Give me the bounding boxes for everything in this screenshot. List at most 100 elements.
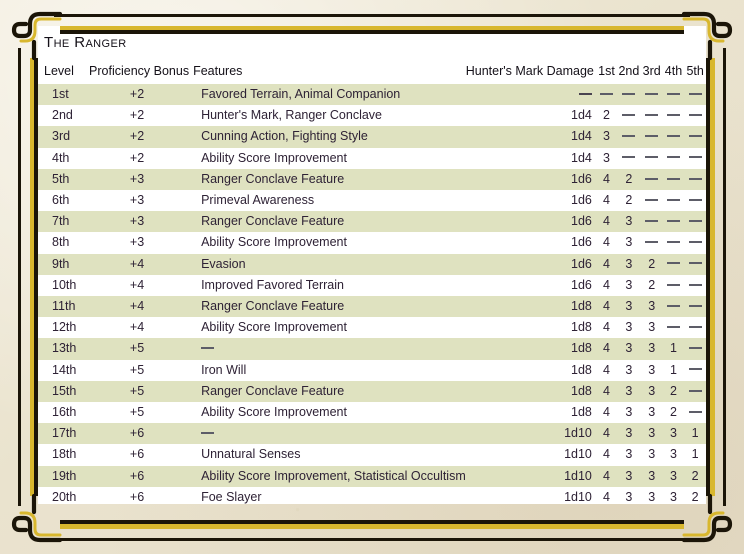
em-dash-icon — [622, 92, 636, 95]
cell-features: Ranger Conclave Feature — [189, 380, 466, 403]
parchment-page: The Ranger Level Proficiency Bonus Featu… — [0, 0, 744, 554]
cell-slot-5th — [684, 232, 706, 253]
cell-features: Ranger Conclave Feature — [189, 211, 466, 233]
frame-rule-top — [54, 14, 690, 17]
cell-slot-3rd — [640, 126, 663, 148]
cell-hunters-mark-damage: 1d8 — [571, 320, 592, 335]
em-dash-icon — [688, 283, 702, 286]
cell-slot-2nd — [617, 126, 641, 148]
cell-slot-3rd: 2 — [640, 253, 663, 275]
cell-features — [189, 423, 466, 445]
table-row: 3rd +2 Cunning Action, Fighting Style 1d4 3 — [38, 126, 706, 148]
cell-hunters-mark-damage: 1d6 — [465, 168, 596, 191]
cell-proficiency-bonus: +5 — [85, 380, 190, 403]
em-dash-icon — [599, 92, 613, 95]
em-dash-icon — [201, 431, 215, 434]
cell-slot-2nd: 3 — [625, 405, 633, 420]
table-row: 18th +6 Unnatural Senses 1d10 4 3 3 3 1 — [38, 444, 706, 465]
cell-hunters-mark-damage: 1d4 — [571, 150, 592, 165]
cell-proficiency-bonus: +6 — [85, 423, 190, 445]
table-row: 17th +6 1d10 4 3 3 3 1 — [38, 423, 706, 445]
cell-proficiency-bonus: +6 — [85, 465, 190, 487]
header-row: Level Proficiency Bonus Features Hunter'… — [38, 60, 706, 84]
cell-slot-4th — [662, 126, 685, 148]
cell-proficiency-bonus: +3 — [129, 235, 145, 250]
cell-proficiency-bonus: +4 — [129, 277, 145, 292]
em-dash-icon — [667, 177, 680, 180]
cell-slot-1st: 4 — [603, 320, 610, 335]
table-row: 16th +5 Ability Score Improvement 1d8 4 3 3 2 — [38, 402, 706, 423]
em-dash-icon — [688, 241, 702, 244]
corner-flourish-top-right-icon — [681, 11, 733, 61]
cell-slot-2nd: 3 — [617, 211, 641, 233]
cell-slot-3rd — [640, 211, 663, 233]
cell-slot-5th — [684, 402, 706, 423]
cell-slot-1st: 4 — [595, 253, 618, 275]
cell-slot-2nd: 3 — [625, 489, 633, 504]
cell-proficiency-bonus: +4 — [85, 253, 190, 275]
frame-gold-right — [710, 58, 715, 496]
em-dash-icon — [645, 156, 659, 159]
cell-features: Ability Score Improvement — [201, 405, 347, 420]
cell-slot-1st: 3 — [603, 150, 610, 165]
column-header-hunters-mark-damage: Hunter's Mark Damage — [465, 64, 594, 78]
cell-hunters-mark-damage: 1d6 — [571, 193, 592, 208]
cell-features: Improved Favored Terrain — [201, 277, 344, 292]
cell-slot-3rd: 3 — [640, 465, 663, 487]
cell-slot-2nd: 3 — [625, 235, 633, 250]
cell-level: 15th — [38, 380, 86, 403]
cell-proficiency-bonus: +5 — [85, 338, 190, 360]
cell-slot-5th — [684, 168, 706, 191]
cell-slot-4th: 3 — [670, 447, 677, 462]
table-header: Level Proficiency Bonus Features Hunter'… — [38, 60, 706, 84]
cell-slot-4th: 2 — [662, 380, 685, 403]
cell-slot-3rd: 3 — [640, 423, 663, 445]
cell-slot-5th — [684, 84, 706, 106]
em-dash-icon — [667, 325, 680, 328]
frame-rule-right — [723, 48, 726, 506]
cell-slot-3rd: 3 — [640, 296, 663, 318]
table-row: 14th +5 Iron Will 1d8 4 3 3 1 — [38, 360, 706, 381]
cell-slot-3rd: 2 — [648, 277, 656, 292]
cell-slot-3rd — [641, 148, 663, 169]
cell-level: 1st — [38, 84, 86, 106]
cell-hunters-mark-damage: 1d4 — [465, 126, 596, 148]
cell-slot-3rd — [640, 84, 663, 106]
em-dash-icon — [688, 198, 702, 201]
table-row: 15th +5 Ranger Conclave Feature 1d8 4 3 3 2 — [38, 380, 706, 403]
cell-proficiency-bonus: +6 — [129, 447, 145, 462]
cell-slot-2nd — [617, 84, 641, 106]
cell-slot-2nd — [617, 148, 641, 169]
column-header-slot-1st: 1st — [598, 64, 615, 78]
column-header-features: Features — [193, 64, 243, 78]
em-dash-icon — [667, 156, 680, 159]
frame-inner-left — [34, 58, 38, 496]
em-dash-icon — [688, 92, 702, 95]
table-row: 1st +2 Favored Terrain, Animal Companion — [38, 84, 706, 106]
cell-slot-4th — [662, 253, 685, 275]
frame-inner-top — [60, 30, 684, 34]
cell-slot-1st: 4 — [595, 380, 618, 403]
table-row: 2nd +2 Hunter's Mark, Ranger Conclave 1d4 2 — [38, 105, 706, 126]
cell-hunters-mark-damage — [465, 84, 596, 106]
cell-slot-4th: 2 — [670, 405, 677, 420]
cell-proficiency-bonus: +2 — [129, 108, 145, 123]
cell-slot-5th — [684, 105, 706, 126]
table-row: 10th +4 Improved Favored Terrain 1d6 4 3 2 — [38, 275, 706, 296]
cell-slot-4th — [662, 168, 685, 191]
cell-slot-3rd: 3 — [640, 380, 663, 403]
cell-proficiency-bonus: +3 — [85, 211, 190, 233]
corner-flourish-bottom-left-icon — [11, 493, 63, 543]
em-dash-icon — [645, 219, 659, 222]
em-dash-icon — [688, 156, 702, 159]
cell-slot-2nd: 3 — [617, 423, 641, 445]
cell-slot-3rd — [641, 190, 663, 211]
cell-slot-1st: 2 — [603, 108, 610, 123]
cell-slot-4th — [663, 105, 685, 126]
cell-slot-5th — [684, 317, 706, 338]
cell-hunters-mark-damage: 1d6 — [465, 253, 596, 275]
cell-slot-3rd: 3 — [648, 405, 656, 420]
table-row: 12th +4 Ability Score Improvement 1d8 4 3 3 — [38, 317, 706, 338]
cell-hunters-mark-damage: 1d10 — [564, 489, 592, 504]
em-dash-icon — [645, 241, 659, 244]
